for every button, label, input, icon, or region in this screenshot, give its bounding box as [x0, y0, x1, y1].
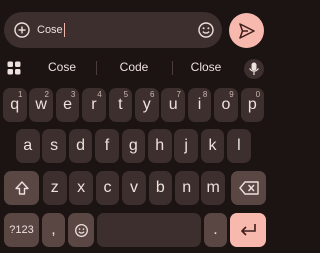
key-h[interactable]: h [148, 129, 172, 163]
suggestion-3[interactable]: Close [176, 60, 236, 74]
key-l[interactable]: l [227, 129, 251, 163]
backspace-icon [238, 181, 259, 195]
key-m[interactable]: m [201, 171, 225, 205]
key-label: j [184, 137, 188, 154]
key-number-hint: 8 [202, 90, 208, 99]
key-j[interactable]: j [174, 129, 198, 163]
suggestion-bar: Cose Code Close [0, 55, 270, 81]
key-g[interactable]: g [121, 129, 146, 163]
symbols-key-label: ?123 [9, 224, 34, 236]
suggestion-2[interactable]: Code [104, 60, 164, 74]
key-number-hint: 9 [229, 90, 234, 99]
key-u[interactable]: u7 [161, 88, 185, 122]
space-key[interactable] [97, 213, 201, 247]
key-z[interactable]: z [43, 171, 67, 205]
key-r[interactable]: r4 [82, 88, 106, 122]
key-y[interactable]: y6 [135, 88, 159, 122]
key-label: l [237, 137, 241, 154]
key-label: m [206, 179, 220, 196]
key-a[interactable]: a [16, 129, 40, 163]
key-number-hint: 6 [150, 90, 155, 99]
key-n[interactable]: n [175, 171, 199, 205]
enter-key[interactable] [230, 213, 266, 247]
key-o[interactable]: o9 [214, 88, 238, 122]
key-s[interactable]: s [42, 129, 66, 163]
key-f[interactable]: f [95, 129, 119, 163]
key-label: v [129, 179, 138, 196]
emoji-key[interactable] [68, 213, 94, 247]
key-label: b [155, 179, 165, 196]
suggestion-divider [172, 61, 173, 75]
period-key-label: . [213, 221, 218, 238]
add-circle-icon[interactable] [13, 21, 31, 39]
key-label: c [103, 179, 112, 196]
key-b[interactable]: b [148, 171, 173, 205]
key-number-hint: 3 [70, 90, 76, 99]
key-label: f [104, 137, 110, 154]
key-d[interactable]: d [68, 129, 93, 163]
microphone-icon [249, 62, 259, 75]
key-label: s [50, 137, 59, 154]
key-number-hint: 0 [255, 90, 261, 99]
key-t[interactable]: t5 [108, 88, 133, 122]
key-label: a [23, 137, 33, 154]
key-x[interactable]: x [69, 171, 93, 205]
comma-key[interactable]: , [42, 213, 65, 247]
key-label: i [197, 96, 202, 113]
emoji-icon[interactable] [197, 21, 215, 39]
key-label: x [77, 179, 86, 196]
key-number-hint: 1 [18, 90, 23, 99]
key-label: k [208, 137, 217, 154]
send-button[interactable] [229, 13, 264, 48]
message-compose-field[interactable]: Cose [4, 12, 222, 48]
key-label: n [182, 179, 192, 196]
key-label: d [76, 137, 85, 154]
symbols-key[interactable]: ?123 [4, 213, 39, 247]
backspace-key[interactable] [231, 171, 266, 205]
key-label: g [128, 137, 138, 154]
shift-icon [14, 181, 29, 195]
key-number-hint: 7 [176, 90, 181, 99]
key-label: h [155, 137, 165, 154]
comma-key-label: , [51, 221, 56, 238]
enter-icon [241, 224, 256, 236]
key-v[interactable]: v [122, 171, 146, 205]
key-label: t [118, 96, 123, 113]
send-icon [238, 22, 255, 39]
key-w[interactable]: w2 [29, 88, 53, 122]
key-label: r [91, 96, 97, 113]
key-p[interactable]: p0 [240, 88, 265, 122]
suggestion-1[interactable]: Cose [32, 60, 92, 74]
period-key[interactable]: . [204, 213, 227, 247]
key-number-hint: 4 [97, 90, 102, 99]
emoji-icon [74, 223, 88, 237]
key-i[interactable]: i8 [187, 88, 212, 122]
suggestion-divider [96, 61, 97, 75]
compose-text-value: Cose [37, 24, 63, 36]
key-number-hint: 2 [44, 90, 49, 99]
key-q[interactable]: q1 [3, 88, 27, 122]
shift-key[interactable] [4, 171, 39, 205]
key-label: z [50, 179, 59, 196]
apps-grid-icon[interactable] [7, 61, 21, 75]
key-e[interactable]: e3 [55, 88, 80, 122]
compose-text[interactable]: Cose [37, 22, 65, 38]
key-k[interactable]: k [200, 129, 225, 163]
text-caret [63, 23, 65, 37]
voice-input-button[interactable] [244, 59, 264, 79]
key-number-hint: 5 [123, 90, 129, 99]
key-c[interactable]: c [95, 171, 120, 205]
